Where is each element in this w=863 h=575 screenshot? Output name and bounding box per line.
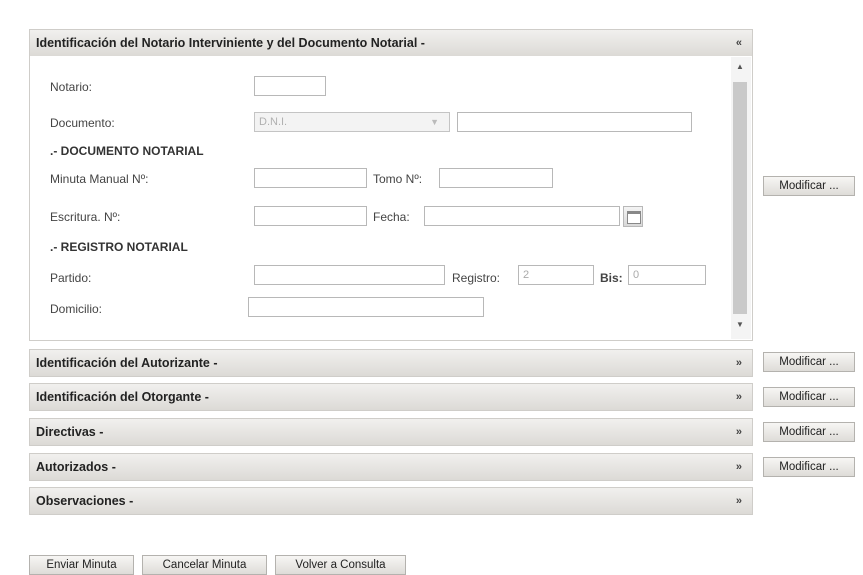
minuta-input[interactable] — [254, 168, 367, 188]
expand-icon[interactable]: » — [736, 488, 742, 514]
modify-directivas-button[interactable]: Modificar ... — [763, 422, 855, 442]
panel-header-directivas[interactable]: Directivas - » — [29, 418, 753, 446]
scroll-up-arrow-icon[interactable]: ▲ — [736, 62, 744, 71]
panel-title-autorizados: Autorizados - — [36, 460, 116, 474]
modify-autorizante-button[interactable]: Modificar ... — [763, 352, 855, 372]
escritura-input[interactable] — [254, 206, 367, 226]
modify-autorizados-button[interactable]: Modificar ... — [763, 457, 855, 477]
modify-otorgante-button[interactable]: Modificar ... — [763, 387, 855, 407]
expand-icon[interactable]: » — [736, 350, 742, 376]
panel-header-notario[interactable]: Identificación del Notario Interviniente… — [29, 29, 753, 57]
modify-notario-button[interactable]: Modificar ... — [763, 176, 855, 196]
panel-title-observaciones: Observaciones - — [36, 494, 134, 508]
panel-title-notario: Identificación del Notario Interviniente… — [36, 36, 425, 50]
collapse-icon[interactable]: « — [736, 30, 742, 56]
fecha-label: Fecha: — [373, 210, 410, 224]
documento-type-select[interactable]: D.N.I. ▼ — [254, 112, 450, 132]
documento-label: Documento: — [50, 116, 115, 130]
registro-notarial-heading: .- REGISTRO NOTARIAL — [50, 240, 188, 254]
panel-title-otorgante: Identificación del Otorgante - — [36, 390, 209, 404]
panel-header-observaciones[interactable]: Observaciones - » — [29, 487, 753, 515]
documento-notarial-heading: .- DOCUMENTO NOTARIAL — [50, 144, 204, 158]
panel-header-otorgante[interactable]: Identificación del Otorgante - » — [29, 383, 753, 411]
scrollbar-thumb[interactable] — [733, 82, 747, 314]
bis-input[interactable] — [628, 265, 706, 285]
documento-type-value: D.N.I. — [259, 116, 288, 128]
tomo-label: Tomo Nº: — [373, 172, 423, 186]
cancelar-minuta-button[interactable]: Cancelar Minuta — [142, 555, 267, 575]
expand-icon[interactable]: » — [736, 419, 742, 445]
notario-label: Notario: — [50, 80, 93, 94]
panel-header-autorizados[interactable]: Autorizados - » — [29, 453, 753, 481]
panel-title-autorizante: Identificación del Autorizante - — [36, 356, 218, 370]
registro-input[interactable] — [518, 265, 594, 285]
expand-icon[interactable]: » — [736, 454, 742, 480]
documento-number-input[interactable] — [457, 112, 692, 132]
notario-input[interactable] — [254, 76, 326, 96]
partido-label: Partido: — [50, 271, 92, 285]
scroll-down-arrow-icon[interactable]: ▼ — [736, 320, 744, 329]
enviar-minuta-button[interactable]: Enviar Minuta — [29, 555, 134, 575]
registro-label: Registro: — [452, 271, 501, 285]
domicilio-input[interactable] — [248, 297, 484, 317]
tomo-input[interactable] — [439, 168, 553, 188]
escritura-label: Escritura. Nº: — [50, 210, 121, 224]
minuta-label: Minuta Manual Nº: — [50, 172, 149, 186]
bis-label: Bis: — [600, 271, 623, 285]
panel-header-autorizante[interactable]: Identificación del Autorizante - » — [29, 349, 753, 377]
volver-consulta-button[interactable]: Volver a Consulta — [275, 555, 406, 575]
panel-title-directivas: Directivas - — [36, 425, 104, 439]
calendar-icon[interactable] — [623, 206, 643, 227]
domicilio-label: Domicilio: — [50, 302, 103, 316]
chevron-down-icon: ▼ — [430, 117, 439, 127]
fecha-input[interactable] — [424, 206, 620, 226]
partido-input[interactable] — [254, 265, 445, 285]
expand-icon[interactable]: » — [736, 384, 742, 410]
